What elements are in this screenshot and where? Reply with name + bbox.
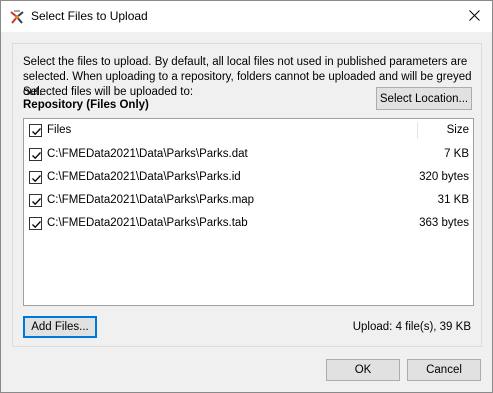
- fme-workbench-icon: [9, 9, 25, 25]
- file-path: C:\FMEData2021\Data\Parks\Parks.map: [47, 194, 255, 206]
- file-row[interactable]: C:\FMEData2021\Data\Parks\Parks.tab 363 …: [24, 213, 473, 236]
- file-list-header: Files Size: [24, 119, 473, 141]
- destination-label: Selected files will be uploaded to:: [23, 86, 194, 98]
- file-size: 7 KB: [444, 148, 469, 160]
- select-all-checkbox[interactable]: [29, 124, 42, 137]
- dialog-window: Select Files to Upload Select the files …: [0, 0, 493, 393]
- file-list[interactable]: Files Size C:\FMEData2021\Data\Parks\Par…: [23, 118, 474, 306]
- file-checkbox[interactable]: [29, 217, 42, 230]
- files-column-header[interactable]: Files: [47, 124, 71, 136]
- add-files-button[interactable]: Add Files...: [23, 316, 97, 338]
- file-path: C:\FMEData2021\Data\Parks\Parks.id: [47, 171, 241, 183]
- size-column-header[interactable]: Size: [447, 124, 469, 136]
- window-title: Select Files to Upload: [31, 9, 148, 23]
- select-location-button[interactable]: Select Location...: [376, 87, 472, 110]
- upload-panel: Select the files to upload. By default, …: [12, 43, 482, 347]
- file-row[interactable]: C:\FMEData2021\Data\Parks\Parks.dat 7 KB: [24, 144, 473, 167]
- file-size: 363 bytes: [419, 217, 469, 229]
- file-row[interactable]: C:\FMEData2021\Data\Parks\Parks.id 320 b…: [24, 167, 473, 190]
- file-checkbox[interactable]: [29, 194, 42, 207]
- close-icon: [468, 9, 480, 24]
- file-checkbox[interactable]: [29, 171, 42, 184]
- file-row[interactable]: C:\FMEData2021\Data\Parks\Parks.map 31 K…: [24, 190, 473, 213]
- close-button[interactable]: [456, 1, 492, 32]
- ok-button[interactable]: OK: [326, 359, 400, 381]
- column-divider[interactable]: [417, 122, 418, 139]
- file-size: 31 KB: [437, 194, 469, 206]
- file-checkbox[interactable]: [29, 148, 42, 161]
- cancel-button[interactable]: Cancel: [407, 359, 481, 381]
- destination-value: Repository (Files Only): [23, 99, 149, 111]
- file-path: C:\FMEData2021\Data\Parks\Parks.tab: [47, 217, 248, 229]
- title-bar[interactable]: Select Files to Upload: [1, 1, 492, 32]
- upload-summary: Upload: 4 file(s), 39 KB: [352, 321, 471, 333]
- file-size: 320 bytes: [419, 171, 469, 183]
- file-path: C:\FMEData2021\Data\Parks\Parks.dat: [47, 148, 248, 160]
